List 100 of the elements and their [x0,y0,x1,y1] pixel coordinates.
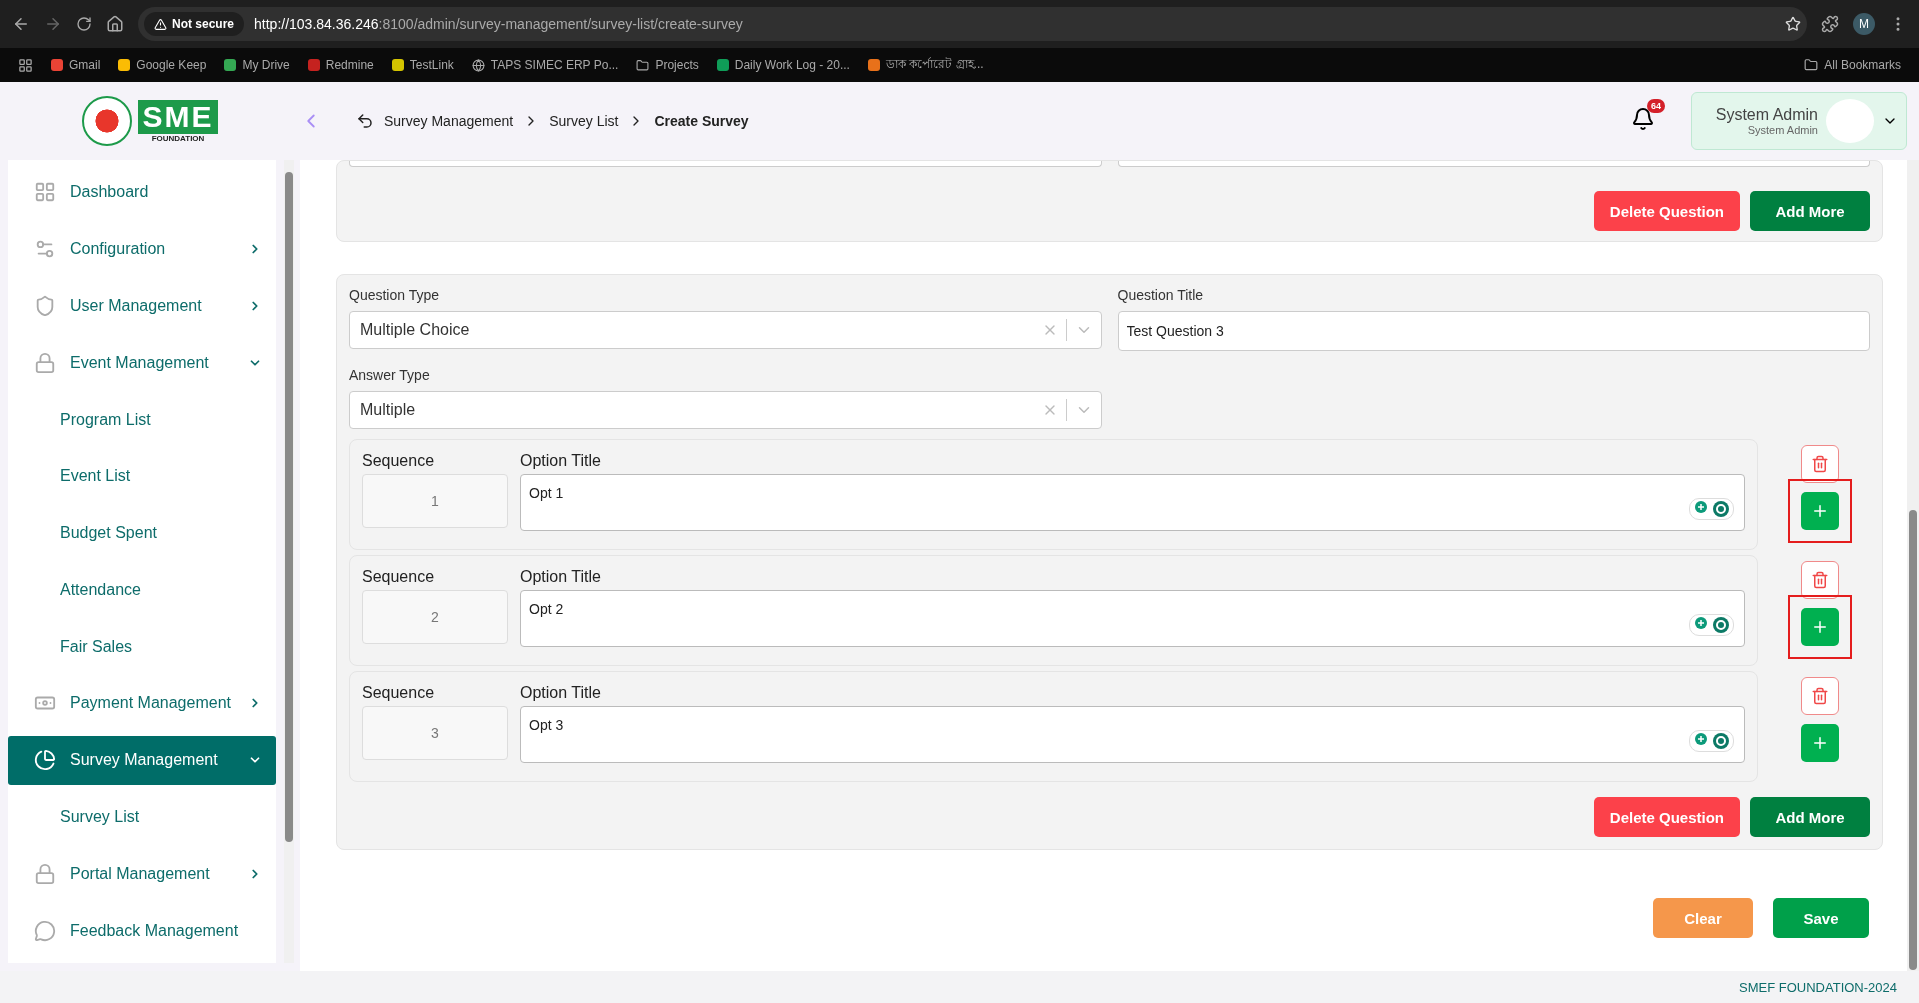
all-bookmarks-link[interactable]: All Bookmarks [1804,58,1901,72]
trash-icon [1811,571,1829,589]
lock-icon [34,351,56,374]
sidebar-item[interactable]: Dashboard [8,168,276,217]
site-icon [118,59,131,71]
site-icon [307,59,320,71]
globe-icon [471,58,485,72]
bookmark-link[interactable]: My Drive [224,58,290,72]
writing-assistant-icons[interactable] [1689,498,1734,520]
plus-icon [1811,734,1829,752]
plus-icon [1811,618,1829,636]
bookmark-link[interactable]: Gmail [51,58,101,72]
plus-icon [1811,502,1829,520]
logo-letters: SME [138,99,218,134]
bookmark-label: Redmine [325,58,374,72]
feedback-icon [34,919,56,942]
site-icon [716,59,729,71]
footer-text: SMEF FOUNDATION-2024 [0,971,1919,1003]
bookmark-link[interactable]: Projects [636,58,699,72]
sidebar-subitem[interactable]: Attendance [8,565,276,615]
field-label: Question Type [349,287,441,303]
field-label: Option Title [520,684,602,702]
sidebar-subitem[interactable]: Fair Sales [8,622,276,672]
sidebar-item[interactable]: Payment Management [8,679,276,728]
delete-option-button[interactable] [1801,445,1839,483]
avatar [1826,99,1874,143]
bookmark-star-icon[interactable] [1785,16,1801,32]
delete-question-button[interactable]: Delete Question [1593,797,1740,837]
save-button[interactable]: Save [1773,898,1869,938]
sidebar-subitem[interactable]: Event List [8,451,276,501]
sidebar-subitem[interactable]: Budget Spent [8,508,276,558]
sequence-input[interactable]: 1 [362,474,508,528]
scrollbar-thumb[interactable] [285,172,293,842]
breadcrumb-link[interactable]: Survey List [549,113,619,129]
lock-icon [34,862,56,885]
reload-icon[interactable] [76,16,92,32]
field-label: Sequence [362,684,436,702]
delete-option-button[interactable] [1801,677,1839,715]
sidebar-subitem[interactable]: Program List [8,395,276,444]
seal-logo [82,96,133,146]
field-label: Question Title [1117,287,1205,303]
add-more-button[interactable]: Add More [1750,797,1870,837]
question-title-input[interactable]: Test Question 3 [1117,311,1870,351]
scrollbar-thumb[interactable] [1909,510,1917,970]
grid-icon [34,181,56,204]
site-icon [867,59,880,71]
bookmark-link[interactable]: TestLink [391,58,454,72]
address-bar[interactable]: Not secure http://103.84.36.246:8100/admin/survey-management/survey-list/create-survey [138,7,1807,41]
sidebar-item[interactable]: Configuration [8,224,276,274]
bookmark-link[interactable]: ডাক কর্পোরেট গ্রাহ... [867,55,984,75]
option-title-input[interactable]: Opt 1 [520,474,1745,531]
bookmark-label: TestLink [409,58,454,72]
bookmark-link[interactable]: Google Keep [118,58,207,72]
user-menu[interactable]: System Admin System Admin [1691,92,1907,150]
logo-subtitle: FOUNDATION [151,133,205,143]
field-label: Sequence [362,452,436,470]
sidebar-item[interactable]: Feedback Management [8,906,276,955]
url-text: http://103.84.36.246:8100/admin/survey-management/survey-list/create-survey [254,16,743,32]
sidebar-item[interactable]: Event Management [8,338,276,388]
sidebar-item[interactable]: Portal Management [8,849,276,899]
sidebar-item[interactable]: Survey Management [8,735,276,785]
folder-icon [636,58,650,72]
warning-icon [154,17,167,31]
pie-chart-icon [34,749,56,772]
notification-bell-icon[interactable] [1631,107,1655,131]
writing-assistant-icons[interactable] [1689,730,1734,752]
bookmark-label: ডাক কর্পোরেট গ্রাহ... [885,56,984,73]
back-icon[interactable] [12,15,30,33]
sidebar-item[interactable]: User Management [8,281,276,331]
apps-icon[interactable] [18,57,33,73]
bookmark-label: Gmail [69,58,101,72]
profile-avatar[interactable]: M [1853,13,1875,35]
field-label: Option Title [520,452,602,470]
bookmark-link[interactable]: Redmine [307,58,374,72]
forward-icon[interactable] [44,15,62,33]
home-icon[interactable] [106,15,124,33]
writing-assistant-icons[interactable] [1689,614,1734,636]
sequence-input[interactable]: 2 [362,590,508,644]
add-more-button[interactable]: Add More [1750,191,1870,231]
bookmark-label: All Bookmarks [1824,58,1901,72]
trash-icon [1811,455,1829,473]
delete-question-button[interactable]: Delete Question [1593,191,1740,231]
option-title-input[interactable]: Opt 3 [520,706,1745,763]
field-label: Option Title [520,568,602,586]
input-field[interactable] [349,161,1102,167]
sequence-input[interactable]: 3 [362,706,508,760]
sidebar-subitem[interactable]: Survey List [8,792,276,842]
bookmark-label: Projects [655,58,699,72]
back-icon[interactable] [356,112,374,130]
bookmark-label: My Drive [242,58,290,72]
delete-option-button[interactable] [1801,561,1839,599]
field-label: Answer Type [349,367,431,383]
input-field[interactable] [1117,161,1870,167]
breadcrumb-link[interactable]: Survey Management [384,113,514,129]
shield-icon [34,294,56,317]
bookmark-label: Google Keep [136,58,207,72]
security-chip[interactable]: Not secure [144,12,245,36]
option-title-input[interactable]: Opt 2 [520,590,1745,647]
site-icon [224,59,237,71]
extensions-icon[interactable] [1821,15,1839,33]
